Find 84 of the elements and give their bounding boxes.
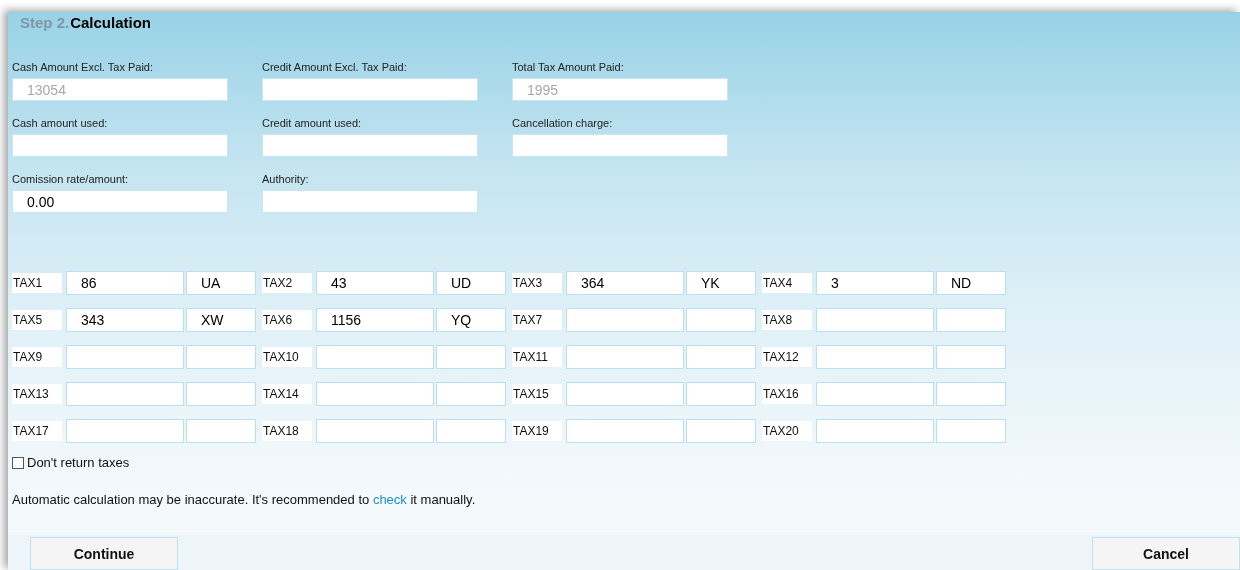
tax-label: TAX20: [762, 421, 812, 441]
tax-label: TAX17: [12, 421, 62, 441]
code-field[interactable]: [936, 382, 1006, 406]
notice-text: Automatic calculation may be inaccurate. It's recommended to check it manually.: [12, 492, 477, 507]
input-field[interactable]: [512, 134, 728, 157]
tax-label: TAX9: [12, 347, 62, 367]
field-label: Cancellation charge:: [512, 117, 614, 130]
code-field[interactable]: UA: [186, 271, 256, 295]
tax-label: TAX19: [512, 421, 562, 441]
input-field[interactable]: [12, 134, 228, 157]
amount-field[interactable]: [816, 345, 934, 369]
field-label: Comission rate/amount:: [12, 173, 130, 186]
code-field[interactable]: [686, 308, 756, 332]
tax-label: TAX16: [762, 384, 812, 404]
code-field[interactable]: [686, 419, 756, 443]
code-field[interactable]: YQ: [436, 308, 506, 332]
amount-field[interactable]: 43: [316, 271, 434, 295]
code-field[interactable]: [936, 308, 1006, 332]
cancel-button[interactable]: Cancel: [1092, 537, 1240, 570]
code-field[interactable]: [186, 419, 256, 443]
tax-label: TAX8: [762, 310, 812, 330]
amount-field[interactable]: [816, 419, 934, 443]
code-field[interactable]: [436, 345, 506, 369]
tax-label: TAX5: [12, 310, 62, 330]
field-label: Cash Amount Excl. Tax Paid:: [12, 61, 155, 74]
code-field[interactable]: [436, 419, 506, 443]
tax-label: TAX10: [262, 347, 312, 367]
code-field[interactable]: UD: [436, 271, 506, 295]
field-label: Authority:: [262, 173, 310, 186]
tax-label: TAX3: [512, 273, 562, 293]
input-field[interactable]: [262, 190, 478, 213]
amount-field[interactable]: [316, 382, 434, 406]
amount-field[interactable]: [66, 419, 184, 443]
code-field[interactable]: [186, 382, 256, 406]
amount-field[interactable]: [566, 419, 684, 443]
code-field[interactable]: [686, 345, 756, 369]
amount-field[interactable]: [66, 382, 184, 406]
tax-label: TAX2: [262, 273, 312, 293]
tax-label: TAX12: [762, 347, 812, 367]
section-title: Calculation: [70, 13, 152, 31]
field-label: Total Tax Amount Paid:: [512, 61, 625, 74]
amount-field[interactable]: 86: [66, 271, 184, 295]
checkbox[interactable]: [12, 456, 24, 469]
tax-label: TAX13: [12, 384, 62, 404]
code-field[interactable]: YK: [686, 271, 756, 295]
code-field[interactable]: XW: [186, 308, 256, 332]
code-field[interactable]: [936, 345, 1006, 369]
amount-field[interactable]: [316, 419, 434, 443]
field-label: Credit amount used:: [262, 117, 363, 130]
step-number: Step 2.: [20, 13, 70, 31]
code-field[interactable]: [186, 345, 256, 369]
tax-label: TAX14: [262, 384, 312, 404]
amount-field[interactable]: [816, 308, 934, 332]
field-label: Cash amount used:: [12, 117, 109, 130]
tax-label: TAX6: [262, 310, 312, 330]
amount-field[interactable]: [566, 308, 684, 332]
amount-field[interactable]: 1156: [316, 308, 434, 332]
amount-field[interactable]: [566, 382, 684, 406]
tax-label: TAX18: [262, 421, 312, 441]
input-field[interactable]: 13054: [12, 78, 228, 101]
code-field[interactable]: [436, 382, 506, 406]
check-link[interactable]: check: [372, 492, 407, 507]
code-field[interactable]: ND: [936, 271, 1006, 295]
tax-label: TAX15: [512, 384, 562, 404]
continue-button[interactable]: Continue: [30, 537, 178, 570]
code-field[interactable]: [936, 419, 1006, 443]
code-field[interactable]: [686, 382, 756, 406]
amount-field[interactable]: [816, 382, 934, 406]
amount-field[interactable]: 364: [566, 271, 684, 295]
input-field[interactable]: 0.00: [12, 190, 228, 213]
input-field[interactable]: [262, 78, 478, 101]
input-field[interactable]: [262, 134, 478, 157]
tax-label: TAX11: [512, 347, 562, 367]
tax-label: TAX1: [12, 273, 62, 293]
tax-label: TAX7: [512, 310, 562, 330]
checkbox-label: Don't return taxes: [27, 455, 130, 470]
input-field[interactable]: 1995: [512, 78, 728, 101]
amount-field[interactable]: [316, 345, 434, 369]
amount-field[interactable]: 343: [66, 308, 184, 332]
amount-field[interactable]: [66, 345, 184, 369]
amount-field[interactable]: [566, 345, 684, 369]
amount-field[interactable]: 3: [816, 271, 934, 295]
field-label: Credit Amount Excl. Tax Paid:: [262, 61, 408, 74]
tax-label: TAX4: [762, 273, 812, 293]
